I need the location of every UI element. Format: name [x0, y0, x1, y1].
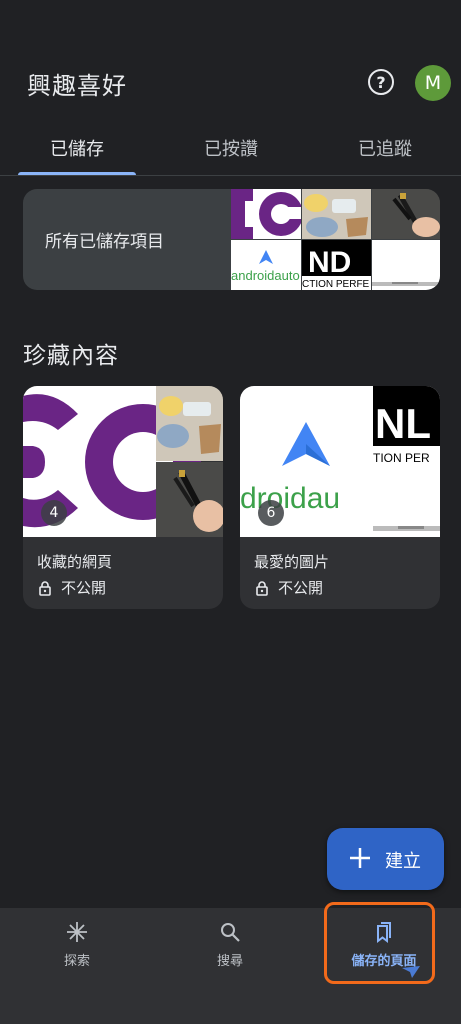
nl-text: NL [375, 400, 431, 447]
all-saved-label: 所有已儲存項目 [45, 232, 164, 252]
lock-icon [256, 580, 268, 596]
create-button-label: 建立 [385, 851, 421, 872]
collection-card-favorite-images[interactable]: droidau NL TION PER 6 最愛的圖片 不公開 [240, 386, 440, 609]
nd-text: ND [308, 246, 351, 279]
tab-bar: 已儲存 已按讚 已追蹤 [0, 120, 461, 176]
thumbnail-cable [372, 189, 440, 239]
privacy-status: 不公開 [254, 577, 323, 598]
thumbnail-face-masks [302, 189, 371, 239]
collection-card-webpages[interactable]: 4 收藏的網頁 不公開 [23, 386, 223, 609]
privacy-status: 不公開 [37, 577, 106, 598]
item-count-badge: 4 [41, 500, 67, 526]
tab-saved[interactable]: 已儲存 [18, 120, 136, 175]
nav-label: 探索 [63, 954, 90, 969]
watermark-icon [402, 966, 420, 978]
all-saved-thumbnails: androidauto ND CTION PERFE [231, 189, 440, 290]
tab-indicator [18, 172, 136, 175]
plus-icon [350, 848, 370, 868]
search-icon [221, 923, 240, 942]
app-header: 興趣喜好 ? M [0, 0, 461, 120]
nl-caption: TION PER [373, 451, 430, 465]
collections-title: 珍藏內容 [23, 343, 119, 369]
collection-name: 最愛的圖片 [254, 553, 330, 571]
lock-icon [39, 580, 51, 596]
avatar[interactable]: M [415, 65, 451, 101]
collection-name: 收藏的網頁 [37, 553, 113, 571]
tab-followed[interactable]: 已追蹤 [326, 120, 444, 175]
privacy-label: 不公開 [61, 579, 107, 597]
page-title: 興趣喜好 [27, 72, 127, 100]
thumbnail-nd-poster: ND CTION PERFE [302, 240, 371, 290]
nd-caption: CTION PERFE [302, 279, 370, 290]
tab-liked[interactable]: 已按讚 [172, 120, 290, 175]
help-icon[interactable]: ? [368, 69, 394, 95]
all-saved-items-card[interactable]: 所有已儲存項目 androidauto ND CTION PERFE [23, 189, 440, 290]
asterisk-icon [67, 922, 87, 942]
android-auto-text: androidauto [231, 268, 300, 283]
item-count-badge: 6 [258, 500, 284, 526]
android-auto-large-text: droidau [240, 482, 340, 515]
nav-label: 搜尋 [216, 954, 243, 969]
create-button[interactable]: 建立 [327, 828, 444, 890]
thumbnail-laptop [372, 240, 440, 290]
privacy-label: 不公開 [278, 579, 324, 597]
thumbnail-android-auto: androidauto [231, 240, 301, 290]
nav-item-explore[interactable]: 探索 [0, 908, 154, 988]
thumbnail-purple-logo [231, 189, 301, 239]
nav-item-search[interactable]: 搜尋 [153, 908, 307, 988]
